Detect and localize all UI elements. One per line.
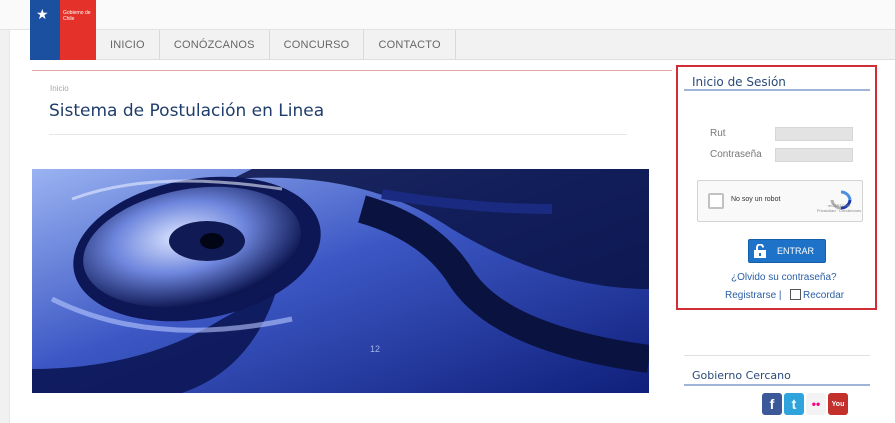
login-title-rule bbox=[684, 89, 870, 91]
remember-checkbox[interactable] bbox=[790, 289, 801, 300]
gobierno-de-chile-logo[interactable]: ★ Gobierno de Chile bbox=[30, 0, 96, 60]
remember-label: Recordar bbox=[803, 290, 845, 301]
star-icon: ★ bbox=[36, 7, 49, 23]
nav-item-contacto[interactable]: CONTACTO bbox=[364, 30, 456, 60]
rut-input[interactable] bbox=[775, 127, 853, 141]
recaptcha-brand: reCAPTCHA Privacidad · Condiciones bbox=[816, 203, 862, 213]
recaptcha-label: No soy un robot bbox=[731, 196, 781, 203]
register-link[interactable]: Registrarse | bbox=[725, 290, 782, 301]
forgot-password-link[interactable]: ¿Olvido su contraseña? bbox=[731, 272, 837, 283]
title-divider bbox=[49, 134, 627, 135]
entrar-button[interactable]: ENTRAR bbox=[748, 239, 826, 263]
stethoscope-illustration bbox=[32, 169, 649, 393]
logo-red-block: Gobierno de Chile bbox=[60, 0, 96, 60]
recaptcha-checkbox[interactable] bbox=[708, 193, 724, 209]
flickr-icon[interactable]: •• bbox=[806, 393, 826, 415]
rut-label: Rut bbox=[710, 128, 726, 139]
breadcrumb[interactable]: Inicio bbox=[50, 84, 69, 93]
twitter-icon[interactable]: t bbox=[784, 393, 804, 415]
main-divider bbox=[32, 70, 672, 71]
logo-text: Gobierno de Chile bbox=[63, 10, 91, 22]
gobierno-cercano-rule bbox=[684, 384, 870, 386]
top-bar bbox=[0, 0, 895, 30]
nav-item-conozcanos[interactable]: CONÓZCANOS bbox=[160, 30, 270, 60]
left-rail bbox=[0, 0, 10, 423]
main-nav: INICIO CONÓZCANOS CONCURSO CONTACTO bbox=[96, 30, 895, 60]
password-input[interactable] bbox=[775, 148, 853, 162]
entrar-label: ENTRAR bbox=[777, 246, 815, 256]
logo-blue-block: ★ bbox=[30, 0, 60, 60]
youtube-icon[interactable]: You bbox=[828, 393, 848, 415]
password-label: Contraseña bbox=[710, 149, 762, 160]
facebook-icon[interactable]: f bbox=[762, 393, 782, 415]
hero-slide-number: 12 bbox=[370, 344, 381, 354]
gobierno-cercano-title: Gobierno Cercano bbox=[692, 369, 791, 382]
sidebar-divider bbox=[684, 355, 870, 356]
recaptcha-widget: No soy un robot reCAPTCHA Privacidad · Co… bbox=[697, 180, 863, 222]
nav-item-inicio[interactable]: INICIO bbox=[96, 30, 160, 60]
hero-image-stethoscope: 12 bbox=[32, 169, 649, 393]
nav-item-concurso[interactable]: CONCURSO bbox=[270, 30, 365, 60]
page-title: Sistema de Postulación en Linea bbox=[49, 101, 325, 121]
login-title: Inicio de Sesión bbox=[692, 75, 786, 89]
unlock-icon bbox=[749, 240, 771, 262]
